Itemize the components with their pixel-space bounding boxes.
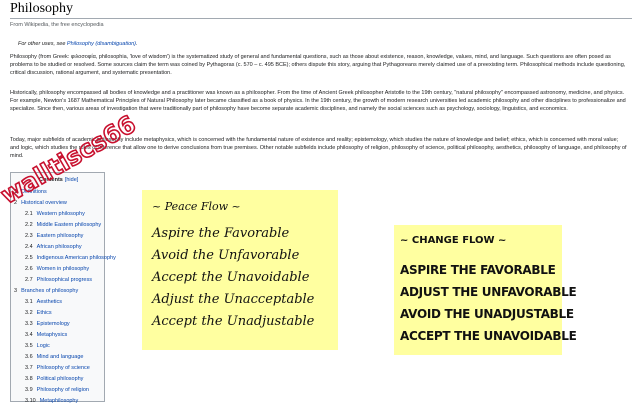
toc-item[interactable]: 3.9 Philosophy of religion <box>25 387 89 393</box>
toc-item-number: 3.5 <box>25 343 33 349</box>
toc-item[interactable]: 3.6 Mind and language <box>25 354 83 360</box>
toc-item[interactable]: 2.7 Philosophical progress <box>25 277 92 283</box>
toc-item-label: Philosophy of science <box>36 365 90 371</box>
toc-item[interactable]: 2.4 African philosophy <box>25 244 82 250</box>
toc-item-number: 3.4 <box>25 332 33 338</box>
note-line: Avoid the Unfavorable <box>152 248 300 263</box>
toc-item-number: 2.5 <box>25 255 33 261</box>
toc-item-label: Middle Eastern philosophy <box>36 222 102 228</box>
toc-item-number: 3.10 <box>25 398 36 404</box>
toc-item-number: 3.7 <box>25 365 33 371</box>
intro-paragraph-1: Philosophy (from Greek: φιλοσοφία, philo… <box>10 54 626 76</box>
toc-item-label: Aesthetics <box>36 299 63 305</box>
toc-item[interactable]: 2.5 Indigenous American philosophy <box>25 255 116 261</box>
toc-item-number: 3.8 <box>25 376 33 382</box>
toc-item-number: 2.2 <box>25 222 33 228</box>
note-line: ASPIRE THE FAVORABLE <box>400 263 556 277</box>
toc-item-label: Metaphilosophy <box>39 398 79 404</box>
note-line: AVOID THE UNADJUSTABLE <box>400 307 574 321</box>
toc-item-label: Philosophy of religion <box>36 387 89 393</box>
sticky-note-change-flow: ~ CHANGE FLOW ~ ASPIRE THE FAVORABLE ADJU… <box>394 225 577 355</box>
toc-item[interactable]: 2.6 Women in philosophy <box>25 266 89 272</box>
toc-item-label: Epistemology <box>36 321 70 327</box>
title-divider <box>10 18 632 19</box>
note-line: Accept the Unadjustable <box>152 314 315 329</box>
toc-item-label: Metaphysics <box>36 332 68 338</box>
toc-item-number: 2.4 <box>25 244 33 250</box>
toc-item[interactable]: 2.3 Eastern philosophy <box>25 233 83 239</box>
toc-item-label: African philosophy <box>36 244 82 250</box>
page-subtitle: From Wikipedia, the free encyclopedia <box>10 22 104 28</box>
toc-item-label: Political philosophy <box>36 376 84 382</box>
toc-item[interactable]: 3.2 Ethics <box>25 310 52 316</box>
note-line: Aspire the Favorable <box>152 226 290 241</box>
toc-item[interactable]: 2.2 Middle Eastern philosophy <box>25 222 101 228</box>
toc-item-label: Western philosophy <box>36 211 85 217</box>
toc-item-label: Philosophical progress <box>36 277 92 283</box>
note-line: ACCEPT THE UNAVOIDABLE <box>400 329 577 343</box>
sticky-note-peace-flow: ~ Peace Flow ~ Aspire the Favorable Avoid… <box>142 190 338 350</box>
toc-item[interactable]: 3.8 Political philosophy <box>25 376 83 382</box>
toc-item-number: 2.3 <box>25 233 33 239</box>
toc-item-number: 3.3 <box>25 321 33 327</box>
hatnote-prefix: For other uses, see <box>18 41 67 47</box>
note-line: ADJUST THE UNFAVORABLE <box>400 285 577 299</box>
note-right-heading: ~ CHANGE FLOW ~ <box>400 235 507 246</box>
toc-item-number: 3.1 <box>25 299 33 305</box>
toc-item-number: 3 <box>14 288 18 294</box>
note-left-heading: ~ Peace Flow ~ <box>152 200 241 213</box>
toc-item[interactable]: 3.7 Philosophy of science <box>25 365 90 371</box>
toc-item-label: Ethics <box>36 310 52 316</box>
note-line: Accept the Unavoidable <box>152 270 310 285</box>
wikipedia-page: Philosophy From Wikipedia, the free ency… <box>0 0 640 404</box>
toc-item-label: Logic <box>36 343 50 349</box>
toc-item[interactable]: 3.10 Metaphilosophy <box>25 398 78 404</box>
hatnote: For other uses, see Philosophy (disambig… <box>18 41 138 47</box>
toc-item-label: Mind and language <box>36 354 84 360</box>
toc-item[interactable]: 3.3 Epistemology <box>25 321 70 327</box>
toc-item-label: Eastern philosophy <box>36 233 84 239</box>
disambiguation-link[interactable]: Philosophy (disambiguation) <box>67 41 136 47</box>
toc-item-number: 3.9 <box>25 387 33 393</box>
toc-item-number: 3.6 <box>25 354 33 360</box>
toc-item-number: 2.7 <box>25 277 33 283</box>
toc-item[interactable]: 3.1 Aesthetics <box>25 299 62 305</box>
toc-item[interactable]: 3.5 Logic <box>25 343 50 349</box>
toc-item[interactable]: 3.4 Metaphysics <box>25 332 67 338</box>
toc-item-number: 2.6 <box>25 266 33 272</box>
toc-item-label: Women in philosophy <box>36 266 90 272</box>
toc-item-label: Branches of philosophy <box>21 288 79 294</box>
page-title: Philosophy <box>10 1 74 16</box>
toc-item[interactable]: 3 Branches of philosophy <box>14 288 78 294</box>
note-line: Adjust the Unacceptable <box>152 292 315 307</box>
toc-item[interactable]: 2.1 Western philosophy <box>25 211 85 217</box>
toc-item-label: Indigenous American philosophy <box>36 255 116 261</box>
toc-item-number: 3.2 <box>25 310 33 316</box>
